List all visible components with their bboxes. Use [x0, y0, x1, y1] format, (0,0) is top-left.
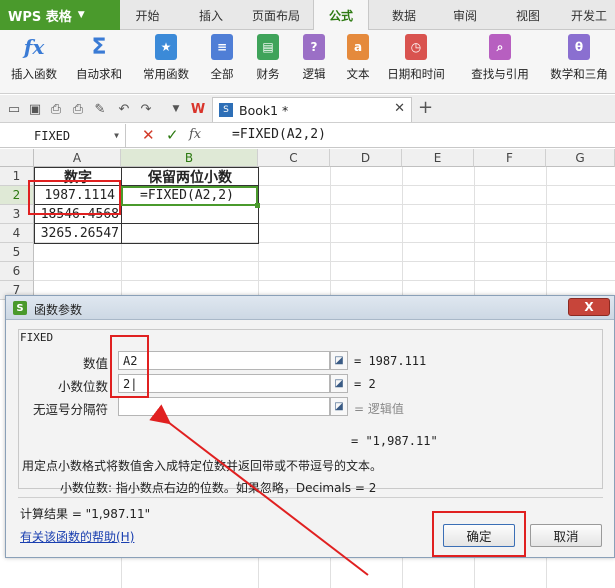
annotation-arrow [149, 404, 369, 576]
arrow-line [149, 404, 369, 576]
